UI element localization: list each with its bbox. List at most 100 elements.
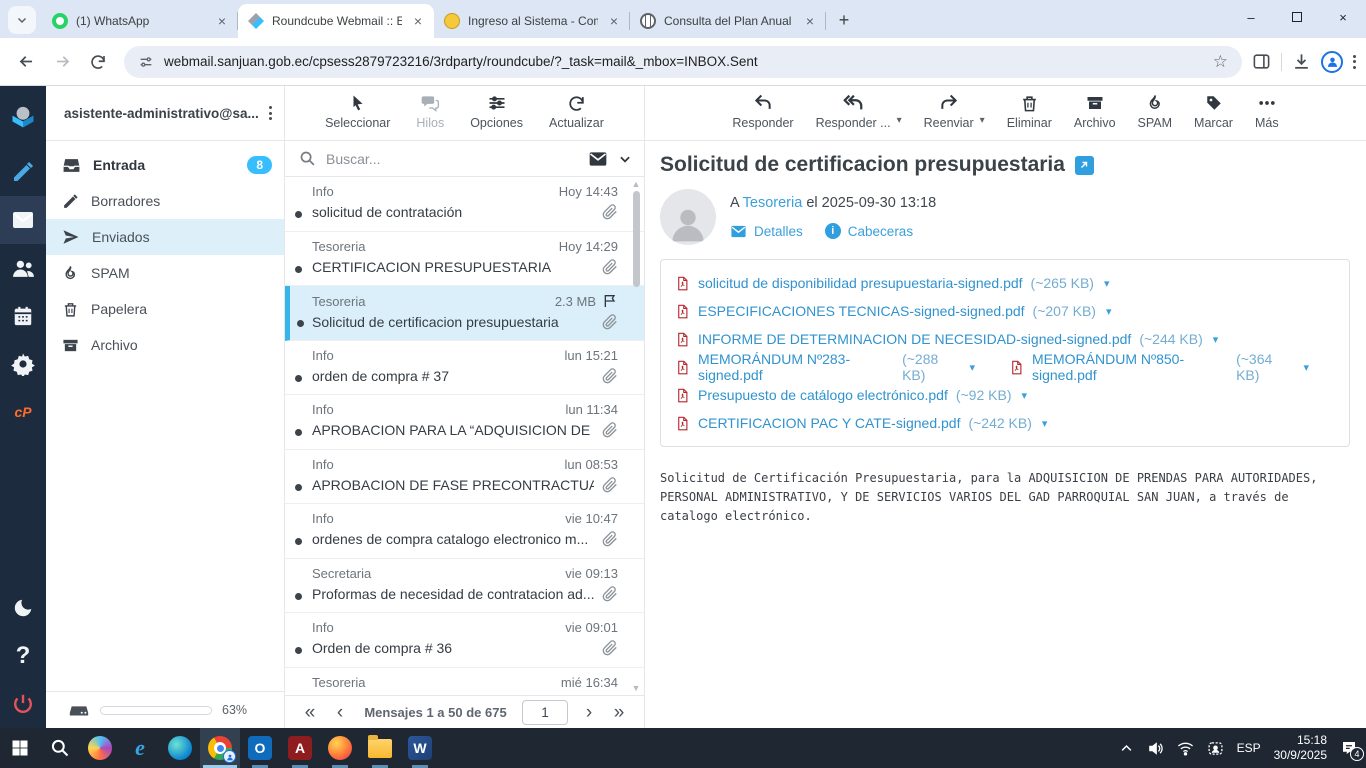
- tab-close-icon[interactable]: ×: [606, 13, 622, 29]
- search-input[interactable]: [326, 150, 578, 167]
- open-in-new-window-icon[interactable]: [1074, 155, 1094, 175]
- downloads-icon[interactable]: [1292, 52, 1311, 71]
- outlook-icon[interactable]: O: [240, 728, 280, 768]
- search-scope-envelope-icon[interactable]: [588, 149, 608, 169]
- search-options-chevron-icon[interactable]: [618, 152, 632, 166]
- select-button[interactable]: Seleccionar: [325, 93, 390, 130]
- message-row[interactable]: Info lun 08:53 APROBACION DE FASE PRECONT…: [285, 450, 644, 504]
- attachment-menu-icon[interactable]: ▾: [1042, 417, 1048, 430]
- attachment-link[interactable]: INFORME DE DETERMINACION DE NECESIDAD-si…: [698, 331, 1131, 347]
- dark-mode-button[interactable]: [0, 584, 46, 632]
- reply-button[interactable]: Responder: [732, 93, 794, 130]
- folder-spam[interactable]: SPAM: [46, 255, 284, 291]
- volume-icon[interactable]: [1147, 740, 1164, 757]
- help-button[interactable]: ?: [0, 632, 46, 680]
- prev-page-button[interactable]: ‹: [325, 703, 355, 722]
- scroll-down-icon[interactable]: ▼: [630, 683, 642, 693]
- compose-button[interactable]: [0, 148, 46, 196]
- attachment-menu-icon[interactable]: ▾: [1104, 277, 1110, 290]
- page-number-input[interactable]: [522, 699, 568, 725]
- message-row[interactable]: Info lun 11:34 APROBACION PARA LA “ADQUIS…: [285, 395, 644, 450]
- attachment-link[interactable]: solicitud de disponibilidad presupuestar…: [698, 275, 1023, 291]
- wifi-icon[interactable]: [1177, 740, 1194, 757]
- meet-now-icon[interactable]: [1207, 740, 1224, 757]
- tab-compras-publicas[interactable]: Ingreso al Sistema - Compras P... ×: [434, 4, 630, 38]
- language-indicator[interactable]: ESP: [1237, 741, 1261, 755]
- word-icon[interactable]: W: [400, 728, 440, 768]
- message-row[interactable]: Info Hoy 14:43 solicitud de contratación: [285, 177, 644, 232]
- contacts-nav-button[interactable]: [0, 244, 46, 292]
- tab-roundcube[interactable]: Roundcube Webmail :: Enviados ×: [238, 4, 434, 38]
- minimize-button[interactable]: –: [1228, 0, 1274, 34]
- file-explorer-icon[interactable]: [360, 728, 400, 768]
- attachment-menu-icon[interactable]: ▾: [1106, 305, 1112, 318]
- folder-enviados[interactable]: Enviados: [46, 219, 284, 255]
- folder-borradores[interactable]: Borradores: [46, 183, 284, 219]
- recipient-link[interactable]: Tesoreria: [743, 195, 803, 211]
- tab-search-button[interactable]: [8, 6, 36, 34]
- last-page-button[interactable]: »: [604, 703, 634, 722]
- message-row[interactable]: Secretaria vie 09:13 Proformas de necesid…: [285, 559, 644, 613]
- reply-all-button[interactable]: Responder ...: [816, 93, 891, 130]
- calendar-nav-button[interactable]: [0, 292, 46, 340]
- next-page-button[interactable]: ›: [574, 703, 604, 722]
- options-button[interactable]: Opciones: [470, 93, 523, 130]
- first-page-button[interactable]: «: [295, 703, 325, 722]
- attachment-link[interactable]: MEMORÁNDUM Nº283-signed.pdf: [698, 351, 894, 383]
- reply-all-caret-icon[interactable]: ▾: [897, 115, 902, 126]
- restore-button[interactable]: [1274, 0, 1320, 34]
- spam-button[interactable]: SPAM: [1138, 93, 1172, 130]
- back-button[interactable]: [10, 46, 42, 78]
- folder-archivo[interactable]: Archivo: [46, 327, 284, 363]
- mail-nav-button[interactable]: [0, 196, 46, 244]
- message-row[interactable]: Info vie 10:47 ordenes de compra catalogo…: [285, 504, 644, 559]
- clock[interactable]: 15:18 30/9/2025: [1274, 733, 1327, 763]
- tab-close-icon[interactable]: ×: [802, 13, 818, 29]
- threads-button[interactable]: Hilos: [416, 93, 444, 130]
- folder-entrada[interactable]: Entrada 8: [46, 147, 284, 183]
- cpanel-button[interactable]: cP: [0, 388, 46, 436]
- details-toggle[interactable]: Detalles: [730, 223, 803, 240]
- scroll-up-icon[interactable]: ▲: [630, 179, 642, 189]
- tray-chevron-up-icon[interactable]: [1119, 741, 1134, 756]
- close-window-button[interactable]: ×: [1320, 0, 1366, 34]
- edge-icon[interactable]: [160, 728, 200, 768]
- copilot-icon[interactable]: [80, 728, 120, 768]
- list-scrollbar[interactable]: ▲ ▼: [630, 179, 642, 693]
- folder-papelera[interactable]: Papelera: [46, 291, 284, 327]
- refresh-button[interactable]: Actualizar: [549, 93, 604, 130]
- tab-whatsapp[interactable]: (1) WhatsApp ×: [42, 4, 238, 38]
- forward-button[interactable]: [46, 46, 78, 78]
- tab-close-icon[interactable]: ×: [410, 13, 426, 29]
- address-bar[interactable]: webmail.sanjuan.gob.ec/cpsess2879723216/…: [124, 45, 1242, 78]
- browser-menu-icon[interactable]: [1353, 54, 1356, 69]
- internet-explorer-icon[interactable]: e: [120, 728, 160, 768]
- logout-button[interactable]: [0, 680, 46, 728]
- browser-profile-icon[interactable]: [1321, 50, 1343, 73]
- attachment-menu-icon[interactable]: ▾: [969, 361, 975, 374]
- flag-icon[interactable]: [602, 293, 618, 309]
- delete-button[interactable]: Eliminar: [1007, 93, 1052, 130]
- attachment-link[interactable]: ESPECIFICACIONES TECNICAS-signed-signed.…: [698, 303, 1025, 319]
- tab-plan-anual[interactable]: Consulta del Plan Anual de Con... ×: [630, 4, 826, 38]
- scrollbar-thumb[interactable]: [633, 191, 640, 287]
- settings-nav-button[interactable]: [0, 340, 46, 388]
- message-row[interactable]: Info lun 15:21 orden de compra # 37: [285, 341, 644, 395]
- mark-button[interactable]: Marcar: [1194, 93, 1233, 130]
- site-settings-icon[interactable]: [138, 54, 154, 70]
- attachment-menu-icon[interactable]: ▾: [1021, 389, 1027, 402]
- attachment-menu-icon[interactable]: ▾: [1213, 333, 1219, 346]
- message-row[interactable]: Tesoreria Hoy 14:29 CERTIFICACION PRESUPU…: [285, 232, 644, 286]
- account-menu-icon[interactable]: [269, 106, 272, 120]
- taskbar-search-button[interactable]: [40, 728, 80, 768]
- archive-button[interactable]: Archivo: [1074, 93, 1116, 130]
- message-row-selected[interactable]: Tesoreria 2.3 MB Solicitud de certificaci…: [285, 286, 644, 341]
- message-row[interactable]: Info vie 09:01 Orden de compra # 36: [285, 613, 644, 668]
- attachment-menu-icon[interactable]: ▾: [1303, 361, 1309, 374]
- action-center-icon[interactable]: 4: [1340, 739, 1364, 761]
- side-panel-icon[interactable]: [1252, 52, 1271, 71]
- reload-button[interactable]: [82, 46, 114, 78]
- attachment-link[interactable]: MEMORÁNDUM Nº850-signed.pdf: [1032, 351, 1228, 383]
- chrome-icon[interactable]: [200, 728, 240, 768]
- attachment-link[interactable]: Presupuesto de catálogo electrónico.pdf: [698, 387, 948, 403]
